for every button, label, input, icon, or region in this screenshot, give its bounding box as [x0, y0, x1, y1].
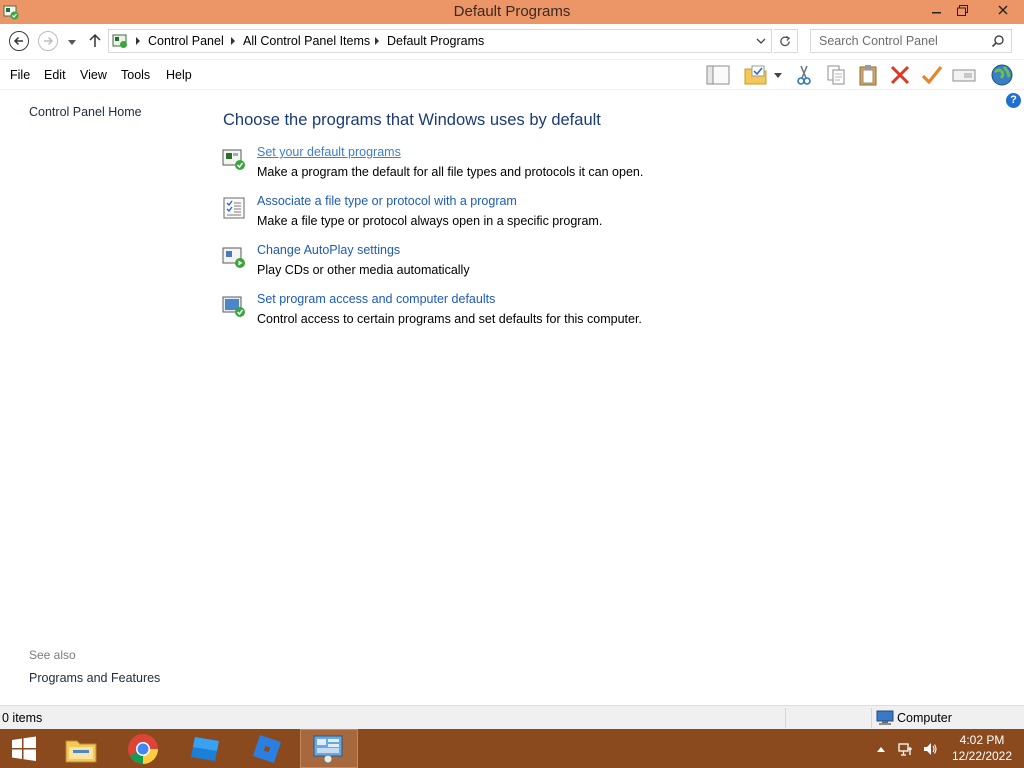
menu-edit[interactable]: Edit	[44, 60, 66, 90]
layout-icon[interactable]	[705, 63, 731, 87]
item-count: 0 items	[2, 711, 43, 725]
breadcrumb-all-items[interactable]: All Control Panel Items	[243, 30, 370, 52]
cut-icon[interactable]	[791, 63, 817, 87]
properties-check-icon[interactable]	[919, 63, 945, 87]
taskbar-chrome[interactable]	[115, 729, 171, 768]
network-icon	[898, 742, 912, 756]
back-arrow-icon	[13, 36, 23, 46]
taskbar-control-panel[interactable]	[300, 729, 358, 768]
chevron-up-icon	[877, 746, 885, 752]
restore-button[interactable]	[947, 0, 977, 20]
title-bar: Default Programs	[0, 0, 1024, 24]
menu-file[interactable]: File	[10, 60, 30, 90]
chrome-icon	[128, 733, 158, 764]
breadcrumb-control-panel[interactable]: Control Panel	[148, 30, 224, 52]
status-zone-label: Computer	[897, 711, 952, 725]
change-autoplay-link[interactable]: Change AutoPlay settings	[257, 243, 400, 257]
forward-arrow-icon	[44, 36, 54, 46]
set-default-programs-link[interactable]: Set your default programs	[257, 145, 401, 159]
default-programs-icon	[222, 149, 245, 170]
close-button[interactable]	[985, 0, 1021, 20]
delete-icon[interactable]	[887, 63, 913, 87]
page-title: Choose the programs that Windows uses by…	[223, 111, 601, 129]
minimize-icon	[932, 12, 941, 14]
associate-file-type-link[interactable]: Associate a file type or protocol with a…	[257, 194, 517, 208]
breadcrumb-separator-icon	[375, 37, 379, 45]
breadcrumb-default-programs[interactable]: Default Programs	[387, 30, 484, 52]
refresh-icon	[780, 35, 791, 46]
forward-button[interactable]	[38, 31, 58, 51]
network-tray[interactable]	[896, 729, 916, 768]
taskbar: 4:02 PM 12/22/2022	[0, 729, 1024, 768]
status-divider	[871, 708, 872, 728]
control-panel-icon	[313, 735, 343, 763]
task-description: Control access to certain programs and s…	[257, 312, 642, 326]
toolbar-dropdown-icon[interactable]	[770, 63, 786, 87]
task-description: Make a file type or protocol always open…	[257, 214, 603, 228]
main-content: Choose the programs that Windows uses by…	[200, 91, 1024, 705]
task-description: Make a program the default for all file …	[257, 165, 644, 179]
back-button[interactable]	[9, 31, 29, 51]
up-arrow-icon[interactable]	[87, 33, 103, 49]
task-item: Set your default programs Make a program…	[222, 145, 922, 185]
status-divider	[785, 708, 786, 728]
roblox-studio-icon	[191, 736, 219, 761]
search-box[interactable]	[810, 29, 1012, 53]
program-access-icon	[222, 296, 245, 317]
address-bar-row: Control Panel All Control Panel Items De…	[0, 24, 1024, 60]
file-explorer-icon	[65, 740, 97, 762]
search-icon[interactable]	[991, 34, 1005, 48]
recent-locations-dropdown-icon[interactable]	[66, 36, 78, 48]
taskbar-roblox[interactable]	[239, 729, 295, 768]
control-panel-icon	[112, 34, 127, 48]
menu-view[interactable]: View	[80, 60, 107, 90]
computer-icon	[876, 710, 894, 725]
taskbar-roblox-studio[interactable]	[177, 729, 233, 768]
show-hidden-icons-button[interactable]	[874, 729, 888, 768]
task-description: Play CDs or other media automatically	[257, 263, 470, 277]
clock[interactable]: 4:02 PM 12/22/2022	[944, 732, 1020, 764]
start-button[interactable]	[0, 729, 48, 768]
clock-date: 12/22/2022	[951, 749, 1013, 763]
volume-tray[interactable]	[920, 729, 940, 768]
task-item: Change AutoPlay settings Play CDs or oth…	[222, 243, 922, 283]
autoplay-icon	[222, 247, 245, 268]
taskbar-file-explorer[interactable]	[53, 729, 109, 768]
control-panel-home-link[interactable]: Control Panel Home	[29, 105, 142, 119]
globe-icon[interactable]	[989, 63, 1015, 87]
volume-icon	[924, 742, 937, 755]
program-access-defaults-link[interactable]: Set program access and computer defaults	[257, 292, 495, 306]
start-icon	[12, 736, 36, 761]
menu-bar: File Edit View Tools Help	[0, 60, 1024, 90]
window-title: Default Programs	[453, 3, 571, 20]
breadcrumb-separator-icon	[136, 37, 140, 45]
roblox-icon	[253, 734, 281, 763]
programs-and-features-link[interactable]: Programs and Features	[29, 671, 160, 685]
address-dropdown-icon[interactable]	[755, 35, 767, 47]
close-icon	[998, 5, 1008, 15]
status-bar: 0 items Computer	[0, 705, 1024, 729]
restore-icon	[956, 4, 968, 16]
refresh-button[interactable]	[774, 29, 798, 53]
breadcrumb-separator-icon	[231, 37, 235, 45]
see-also-heading: See also	[29, 648, 76, 662]
copy-icon[interactable]	[823, 63, 849, 87]
menu-help[interactable]: Help	[166, 60, 192, 90]
address-box[interactable]: Control Panel All Control Panel Items De…	[108, 29, 772, 53]
clock-time: 4:02 PM	[959, 733, 1005, 747]
task-item: Set program access and computer defaults…	[222, 292, 922, 332]
search-input[interactable]	[811, 30, 987, 52]
folder-check-icon[interactable]	[743, 63, 769, 87]
file-association-icon	[223, 197, 245, 219]
left-navigation-pane: Control Panel Home See also Programs and…	[0, 91, 200, 705]
task-item: Associate a file type or protocol with a…	[222, 194, 922, 234]
paste-icon[interactable]	[855, 63, 881, 87]
rename-icon[interactable]	[951, 63, 977, 87]
menu-tools[interactable]: Tools	[121, 60, 150, 90]
